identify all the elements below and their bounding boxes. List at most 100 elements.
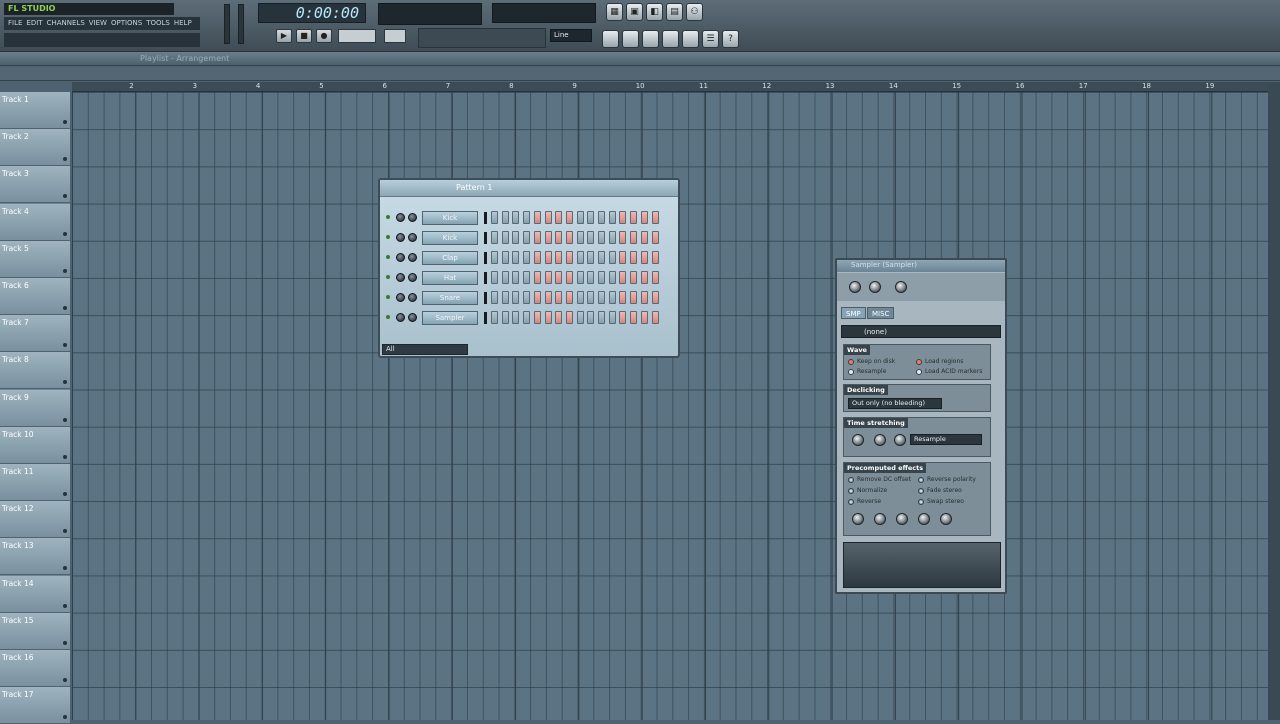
pattern-selector[interactable] bbox=[384, 29, 406, 43]
channel-selector-bar[interactable] bbox=[484, 212, 487, 224]
step-button[interactable] bbox=[512, 271, 520, 284]
resample-option[interactable]: Resample bbox=[848, 368, 886, 375]
stretch-pitch-knob[interactable] bbox=[852, 434, 864, 446]
stretch-method-select[interactable]: Resample bbox=[910, 434, 982, 445]
channel-volume-knob[interactable] bbox=[408, 253, 417, 262]
remove-dc-offset-option[interactable]: Remove DC offset bbox=[848, 476, 911, 483]
track-header[interactable]: Track 5 bbox=[0, 240, 70, 278]
channel-select-led[interactable] bbox=[386, 315, 390, 319]
track-led[interactable] bbox=[63, 715, 67, 720]
snap-selector[interactable]: Line bbox=[550, 29, 592, 42]
step-button[interactable] bbox=[608, 271, 616, 284]
track-led[interactable] bbox=[63, 678, 67, 682]
track-led[interactable] bbox=[63, 417, 67, 422]
track-header[interactable]: Track 13 bbox=[0, 538, 70, 576]
track-led[interactable] bbox=[63, 454, 67, 459]
step-button[interactable] bbox=[565, 291, 573, 304]
step-button[interactable] bbox=[598, 311, 605, 324]
step-button[interactable] bbox=[630, 211, 638, 224]
step-button[interactable] bbox=[555, 291, 563, 304]
step-button[interactable] bbox=[544, 291, 552, 304]
pitch-knob[interactable] bbox=[895, 281, 907, 293]
channel-rack-titlebar[interactable]: Pattern 1 bbox=[380, 180, 678, 197]
step-button[interactable] bbox=[619, 251, 627, 264]
step-button[interactable] bbox=[598, 231, 605, 244]
step-button[interactable] bbox=[576, 271, 584, 284]
tool-button-6[interactable]: ☰ bbox=[702, 30, 719, 48]
master-volume-fader[interactable] bbox=[224, 4, 230, 44]
step-button[interactable] bbox=[608, 231, 616, 244]
step-button[interactable] bbox=[533, 271, 541, 284]
sample-file-select[interactable]: (none) bbox=[841, 325, 1001, 338]
step-button[interactable] bbox=[491, 291, 498, 304]
channel-volume-knob[interactable] bbox=[408, 233, 417, 242]
step-button[interactable] bbox=[640, 211, 648, 224]
channel-name-button[interactable]: Kick bbox=[422, 231, 478, 245]
fx-trim-knob[interactable] bbox=[940, 513, 952, 525]
stretch-time-knob[interactable] bbox=[894, 434, 906, 446]
tempo-display[interactable] bbox=[338, 29, 376, 43]
channel-selector-bar[interactable] bbox=[484, 272, 487, 284]
track-header[interactable]: Track 10 bbox=[0, 426, 70, 464]
swap-stereo-option[interactable]: Swap stereo bbox=[918, 498, 964, 505]
step-button[interactable] bbox=[619, 211, 627, 224]
step-button[interactable] bbox=[501, 251, 509, 264]
step-button[interactable] bbox=[533, 251, 541, 264]
channel-pan-knob[interactable] bbox=[396, 313, 405, 322]
step-button[interactable] bbox=[640, 271, 648, 284]
step-button[interactable] bbox=[598, 291, 605, 304]
channel-volume-knob[interactable] bbox=[408, 293, 417, 302]
tool-button-5[interactable] bbox=[682, 30, 699, 48]
step-button[interactable] bbox=[533, 311, 541, 324]
track-header[interactable]: Track 8 bbox=[0, 352, 70, 390]
fx-in-knob[interactable] bbox=[852, 513, 864, 525]
channel-select-led[interactable] bbox=[386, 255, 390, 259]
fx-pogo-knob[interactable] bbox=[896, 513, 908, 525]
step-button[interactable] bbox=[555, 231, 563, 244]
playlist-toolbar[interactable] bbox=[0, 67, 1280, 81]
step-button[interactable] bbox=[630, 311, 638, 324]
keep-on-disk-option[interactable]: Keep on disk bbox=[848, 358, 895, 365]
stretch-mul-knob[interactable] bbox=[874, 434, 886, 446]
step-button[interactable] bbox=[598, 271, 605, 284]
step-button[interactable] bbox=[491, 311, 498, 324]
step-button[interactable] bbox=[576, 211, 584, 224]
step-button[interactable] bbox=[630, 271, 638, 284]
channel-select-led[interactable] bbox=[386, 295, 390, 299]
step-button[interactable] bbox=[608, 251, 616, 264]
step-button[interactable] bbox=[501, 211, 509, 224]
channel-name-button[interactable]: Clap bbox=[422, 251, 478, 265]
channel-name-button[interactable]: Hat bbox=[422, 271, 478, 285]
tool-button-4[interactable] bbox=[662, 30, 679, 48]
channel-pan-knob[interactable] bbox=[396, 233, 405, 242]
step-button[interactable] bbox=[555, 211, 563, 224]
channel-select-led[interactable] bbox=[386, 215, 390, 219]
step-button[interactable] bbox=[533, 211, 541, 224]
step-button[interactable] bbox=[491, 251, 498, 264]
step-button[interactable] bbox=[491, 211, 498, 224]
step-button[interactable] bbox=[651, 211, 659, 224]
vertical-scrollbar[interactable] bbox=[1268, 82, 1280, 720]
track-led[interactable] bbox=[63, 306, 67, 310]
master-pitch-fader[interactable] bbox=[238, 4, 244, 44]
track-led[interactable] bbox=[63, 268, 67, 273]
channel-select-led[interactable] bbox=[386, 235, 390, 239]
channel-selector-bar[interactable] bbox=[484, 292, 487, 304]
step-button[interactable] bbox=[523, 291, 531, 304]
menu-file[interactable]: FILE bbox=[8, 19, 22, 28]
step-button[interactable] bbox=[523, 311, 531, 324]
step-button[interactable] bbox=[555, 311, 563, 324]
step-button[interactable] bbox=[651, 251, 659, 264]
step-button[interactable] bbox=[640, 251, 648, 264]
step-button[interactable] bbox=[512, 231, 520, 244]
track-header[interactable]: Track 12 bbox=[0, 501, 70, 539]
step-button[interactable] bbox=[619, 231, 627, 244]
mixer-button[interactable]: ⚇ bbox=[686, 3, 703, 21]
track-header[interactable]: Track 7 bbox=[0, 315, 70, 353]
channel-pan-knob[interactable] bbox=[396, 253, 405, 262]
track-led[interactable] bbox=[63, 194, 67, 199]
channel-pan-knob[interactable] bbox=[396, 273, 405, 282]
track-led[interactable] bbox=[63, 343, 67, 348]
step-button[interactable] bbox=[565, 231, 573, 244]
track-led[interactable] bbox=[63, 492, 67, 496]
